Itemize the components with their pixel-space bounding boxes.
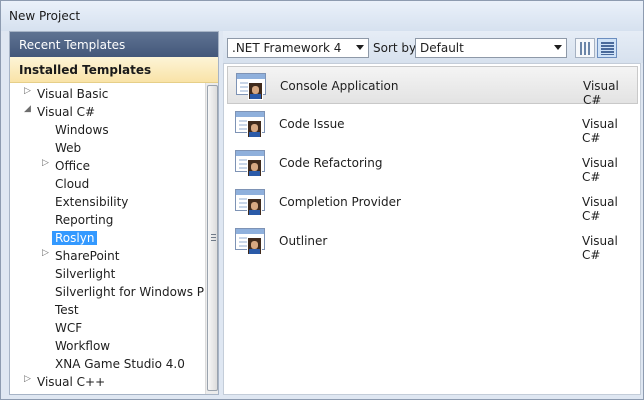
tree-item[interactable]: Silverlight for Windows Phone xyxy=(10,283,205,301)
tree-item-label: Roslyn xyxy=(52,231,98,245)
scrollbar-grip-icon xyxy=(211,234,216,243)
template-language: Visual C# xyxy=(582,234,618,262)
tree-item-label: Windows xyxy=(55,123,109,137)
template-name: Outliner xyxy=(279,234,328,248)
project-template-icon xyxy=(235,150,265,178)
tree-item[interactable]: Roslyn xyxy=(10,229,205,247)
tree-item-label: Workflow xyxy=(55,339,111,353)
tree-item-label: XNA Game Studio 4.0 xyxy=(55,357,185,371)
tree-item[interactable]: XNA Game Studio 4.0 xyxy=(10,355,205,373)
title-bar: New Project xyxy=(1,1,643,31)
tree-collapsed-arrow-icon[interactable]: ▷ xyxy=(42,248,49,258)
tree-expanded-arrow-icon[interactable]: ◢ xyxy=(24,104,31,114)
tree-item[interactable]: ▷ SharePoint xyxy=(10,247,205,265)
tree-item-label: SharePoint xyxy=(55,249,120,263)
framework-select-value: .NET Framework 4 xyxy=(232,41,342,55)
tree-item[interactable]: Silverlight xyxy=(10,265,205,283)
tree-item[interactable]: Extensibility xyxy=(10,193,205,211)
installed-templates-header[interactable]: Installed Templates xyxy=(10,57,218,83)
tree-item-label: Office xyxy=(55,159,91,173)
tree-item[interactable]: Windows xyxy=(10,121,205,139)
project-template-icon xyxy=(235,189,265,217)
chevron-down-icon xyxy=(554,45,562,50)
tree-collapsed-arrow-icon[interactable]: ▷ xyxy=(42,158,49,168)
template-navigation-panel: Recent Templates Installed Templates ▷ Vi… xyxy=(9,31,219,395)
project-template-icon xyxy=(235,228,265,256)
tree-item[interactable]: Cloud xyxy=(10,175,205,193)
tree-item[interactable]: Reporting xyxy=(10,211,205,229)
sort-by-select[interactable]: Default xyxy=(415,38,567,58)
template-item[interactable]: Code Refactoring Visual C# xyxy=(227,144,638,184)
tree-item[interactable]: ◢ Visual C# xyxy=(10,103,205,121)
template-item[interactable]: Completion Provider Visual C# xyxy=(227,183,638,223)
template-language: Visual C# xyxy=(582,195,618,223)
template-list: Console Application Visual C# Code Issue Vi… xyxy=(223,63,641,395)
tree-scrollbar-thumb[interactable] xyxy=(207,85,218,391)
template-language: Visual C# xyxy=(583,79,619,107)
tree-item-label: Silverlight xyxy=(55,267,116,281)
template-item[interactable]: Outliner Visual C# xyxy=(227,222,638,262)
tree-item[interactable]: Web xyxy=(10,139,205,157)
tree-collapsed-arrow-icon[interactable]: ▷ xyxy=(24,86,31,96)
tree-item[interactable]: ▷ Visual C++ xyxy=(10,373,205,391)
window-title: New Project xyxy=(9,9,81,23)
tree-item[interactable]: ▷ Visual Basic xyxy=(10,85,205,103)
tree-item[interactable]: ▷ Office xyxy=(10,157,205,175)
small-icons-view-icon xyxy=(601,42,614,55)
template-language: Visual C# xyxy=(582,117,618,145)
template-language: Visual C# xyxy=(582,156,618,184)
tree-item[interactable]: Workflow xyxy=(10,337,205,355)
template-toolbar: .NET Framework 4 Sort by: Default xyxy=(223,31,643,63)
template-name: Console Application xyxy=(280,79,399,93)
template-item[interactable]: Code Issue Visual C# xyxy=(227,105,638,145)
tree-item-label: Web xyxy=(55,141,82,155)
sort-by-label: Sort by: xyxy=(373,41,420,55)
tree-item-label: Extensibility xyxy=(55,195,129,209)
tree-item-label: Visual Basic xyxy=(37,87,109,101)
new-project-dialog: New Project Recent Templates Installed T… xyxy=(0,0,644,400)
project-template-icon xyxy=(236,73,266,101)
medium-icons-view-icon xyxy=(580,42,591,55)
template-name: Code Refactoring xyxy=(279,156,383,170)
tree-item[interactable]: Test xyxy=(10,301,205,319)
tree-item-label: Cloud xyxy=(55,177,90,191)
project-template-icon xyxy=(235,111,265,139)
template-name: Code Issue xyxy=(279,117,345,131)
chevron-down-icon xyxy=(356,45,364,50)
template-item[interactable]: Console Application Visual C# xyxy=(227,66,638,107)
template-name: Completion Provider xyxy=(279,195,401,209)
tree-item[interactable]: WCF xyxy=(10,319,205,337)
tree-item-label: Reporting xyxy=(55,213,114,227)
tree-item-label: Visual C# xyxy=(37,105,96,119)
tree-item-label: Test xyxy=(55,303,79,317)
recent-templates-header[interactable]: Recent Templates xyxy=(10,32,218,57)
tree-item-label: WCF xyxy=(55,321,83,335)
tree-collapsed-arrow-icon[interactable]: ▷ xyxy=(24,374,31,384)
tree-scrollbar[interactable] xyxy=(205,83,218,394)
framework-select[interactable]: .NET Framework 4 xyxy=(227,38,369,58)
template-tree: ▷ Visual Basic ◢ Visual C# Windows Web ▷ Office… xyxy=(10,83,205,394)
sort-by-select-value: Default xyxy=(420,41,464,55)
medium-icons-view-button[interactable] xyxy=(575,38,595,58)
small-icons-view-button[interactable] xyxy=(597,38,617,58)
tree-item-label: Silverlight for Windows Phone xyxy=(55,285,205,299)
tree-item-label: Visual C++ xyxy=(37,375,106,389)
